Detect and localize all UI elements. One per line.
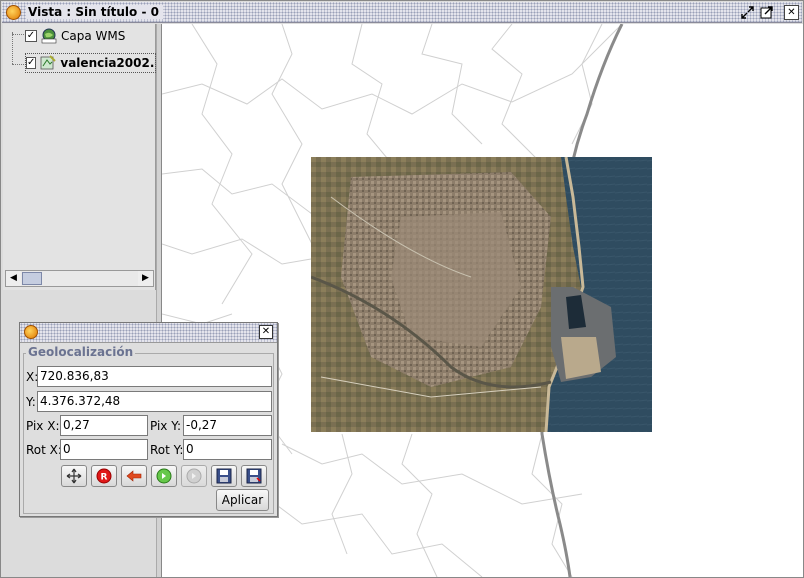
save-icon [216, 468, 232, 484]
go-button[interactable] [151, 465, 177, 487]
layer-label: Capa WMS [61, 29, 126, 43]
x-field[interactable]: 720.836,83 [37, 366, 272, 387]
toc-item-wms[interactable]: ✓ Capa WMS [25, 26, 125, 46]
restore-icon[interactable] [740, 5, 755, 20]
roty-field[interactable]: 0 [183, 439, 272, 460]
maximize-icon[interactable] [759, 5, 774, 20]
scroll-left-icon[interactable]: ◀ [6, 271, 21, 286]
apply-button[interactable]: Aplicar [216, 489, 269, 511]
gvsig-logo-icon [6, 5, 21, 20]
reset-button[interactable]: R [91, 465, 117, 487]
toc-horizontal-scrollbar[interactable]: ◀ ▶ [5, 270, 154, 287]
geolocation-dialog: ✕ Geolocalización X: 720.836,83 Y: 4.376… [19, 322, 278, 517]
scroll-right-icon[interactable]: ▶ [138, 271, 153, 286]
go-icon [156, 468, 172, 484]
rotx-field[interactable]: 0 [60, 439, 148, 460]
save-as-button[interactable] [241, 465, 267, 487]
layer-label: valencia2002.e [60, 56, 156, 70]
window-title: Vista : Sin título - 0 [26, 5, 163, 19]
save-button[interactable] [211, 465, 237, 487]
pan-button[interactable] [61, 465, 87, 487]
pixx-field[interactable]: 0,27 [60, 415, 148, 436]
pixy-label: Pix Y: [150, 419, 182, 433]
dialog-title-bar[interactable]: ✕ [20, 323, 277, 343]
back-button[interactable] [121, 465, 147, 487]
y-label: Y: [26, 395, 36, 409]
gvsig-logo-icon [24, 325, 38, 339]
pixx-label: Pix X: [26, 419, 60, 433]
window-title-bar[interactable]: Vista : Sin título - 0 ✕ [2, 2, 802, 23]
close-icon[interactable]: ✕ [784, 5, 799, 20]
roty-label: Rot Y: [150, 443, 184, 457]
dialog-close-icon[interactable]: ✕ [259, 325, 273, 339]
raster-layer-icon [40, 55, 57, 71]
wms-layer-icon [41, 28, 57, 44]
rotx-label: Rot X: [26, 443, 62, 457]
pan-icon [66, 468, 82, 484]
view-window: Vista : Sin título - 0 ✕ ✓ Capa WMS ✓ va… [0, 0, 804, 578]
next-icon [186, 468, 202, 484]
y-field[interactable]: 4.376.372,48 [37, 391, 272, 412]
toc-item-raster[interactable]: ✓ valencia2002.e [25, 53, 156, 73]
save-as-icon [246, 468, 262, 484]
reset-icon: R [96, 468, 112, 484]
scroll-thumb[interactable] [22, 272, 42, 285]
pixy-field[interactable]: -0,27 [183, 415, 272, 436]
group-title: Geolocalización [26, 345, 136, 359]
layer-toc: ✓ Capa WMS ✓ valencia2002.e [3, 24, 156, 290]
orthophoto-raster [311, 157, 652, 432]
layer-checkbox[interactable]: ✓ [25, 30, 37, 42]
layer-checkbox[interactable]: ✓ [26, 57, 37, 69]
svg-text:R: R [101, 473, 108, 483]
next-button[interactable] [181, 465, 207, 487]
back-icon [126, 470, 142, 482]
